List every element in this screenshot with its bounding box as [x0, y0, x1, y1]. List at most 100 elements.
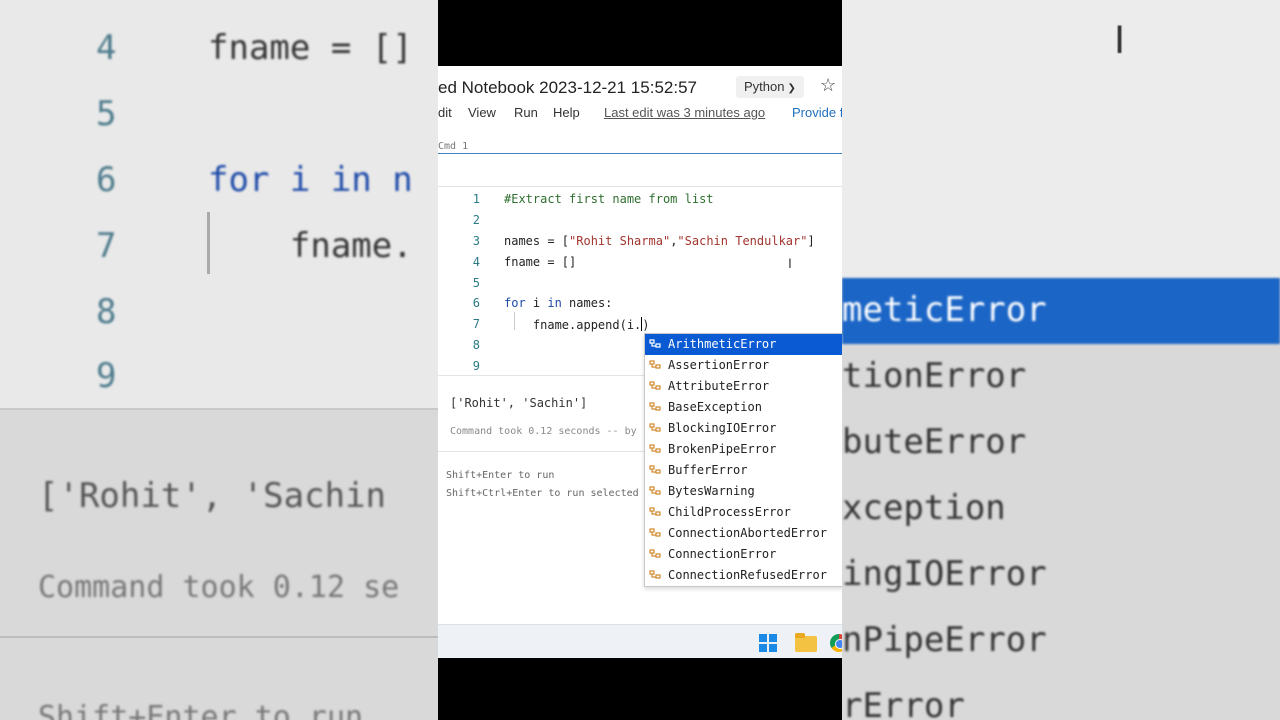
menu-help[interactable]: Help [553, 105, 580, 120]
code-token: names = [ [504, 234, 570, 248]
class-icon [649, 423, 661, 432]
autocomplete-item[interactable]: ChildProcessError [645, 502, 842, 523]
bg-suggestion-label: tionError [842, 356, 1027, 396]
cell-toolbar [438, 154, 842, 187]
autocomplete-dropdown: ArithmeticError AssertionError Attribute… [644, 333, 842, 587]
class-icon [649, 507, 661, 516]
autocomplete-item-label: BlockingIOError [668, 421, 777, 435]
line-number: 6 [472, 296, 480, 310]
bg-top-area [842, 0, 1280, 278]
bg-suggestion-label: rError [842, 686, 965, 720]
chrome-icon[interactable] [830, 634, 842, 652]
autocomplete-item[interactable]: ConnectionError [645, 544, 842, 565]
file-explorer-icon[interactable] [795, 633, 817, 652]
bg-suggestion-label: xception [842, 488, 1006, 528]
notebook-header: ed Notebook 2023-12-21 15:52:57 Python ❯ … [438, 66, 842, 108]
bg-text-cursor-icon: I [1114, 18, 1126, 62]
notebook-title[interactable]: ed Notebook 2023-12-21 15:52:57 [438, 78, 697, 98]
line-number: 9 [472, 359, 480, 373]
line-number: 8 [472, 338, 480, 352]
code-line-names: names = ["Rohit Sharma","Sachin Tendulka… [504, 234, 815, 248]
autocomplete-item-label: BytesWarning [668, 484, 755, 498]
code-token: ) [642, 318, 650, 332]
notebook-screen: ed Notebook 2023-12-21 15:52:57 Python ❯ … [438, 66, 842, 658]
background-zoom-right: I meticError tionError buteError xceptio… [842, 0, 1280, 720]
bg-line-number: 5 [96, 94, 117, 134]
class-icon [649, 528, 661, 537]
bg-suggestion: ingIOError [842, 542, 1280, 608]
taskbar [438, 624, 842, 658]
code-token: names: [561, 296, 613, 310]
line-number: 4 [472, 255, 480, 269]
code-line-for: for i in names: [504, 296, 612, 310]
class-icon [649, 486, 661, 495]
line-number: 2 [472, 213, 480, 227]
line-number: 3 [472, 234, 480, 248]
bg-indent-guide [207, 212, 210, 274]
autocomplete-item[interactable]: ConnectionAbortedError [645, 523, 842, 544]
autocomplete-item[interactable]: ConnectionRefusedError [645, 565, 842, 586]
bg-line-number: 4 [96, 28, 117, 68]
bg-code-line: fname = [] [208, 28, 413, 68]
bg-line-number: 6 [96, 160, 117, 200]
line-number: 1 [472, 192, 480, 206]
bg-line-number: 8 [96, 292, 117, 332]
bg-suggestion: rError [842, 674, 1280, 720]
autocomplete-item-label: AssertionError [668, 358, 770, 372]
bg-suggestion: xception [842, 476, 1280, 542]
provide-feedback-link[interactable]: Provide f [792, 105, 842, 120]
bg-line-number: 7 [96, 226, 117, 266]
autocomplete-item[interactable]: ArithmeticError [645, 334, 842, 355]
autocomplete-item[interactable]: BufferError [645, 460, 842, 481]
class-icon [649, 360, 661, 369]
code-line-append: fname.append(i.) [504, 317, 650, 332]
background-zoom-left: 4 5 6 7 8 9 fname = [] for i in n fname.… [0, 0, 438, 720]
run-selected-hint: Shift+Ctrl+Enter to run selected [446, 488, 639, 499]
line-number: 5 [472, 276, 480, 290]
autocomplete-item-label: BaseException [668, 400, 762, 414]
cell-command-label: Cmd 1 [438, 141, 469, 152]
bg-code-line: for i in n [208, 160, 413, 200]
class-icon [649, 402, 661, 411]
language-label: Python [744, 79, 785, 94]
autocomplete-item-label: ChildProcessError [668, 505, 791, 519]
star-icon[interactable]: ☆ [820, 75, 836, 96]
last-edit-link[interactable]: Last edit was 3 minutes ago [604, 105, 765, 120]
autocomplete-item[interactable]: BytesWarning [645, 481, 842, 502]
menu-run[interactable]: Run [514, 105, 538, 120]
bg-suggestion: buteError [842, 410, 1280, 476]
class-icon [649, 549, 661, 558]
language-selector[interactable]: Python ❯ [736, 76, 804, 98]
code-keyword: in [547, 296, 562, 310]
autocomplete-item[interactable]: AttributeError [645, 376, 842, 397]
autocomplete-item-label: ConnectionError [668, 547, 777, 561]
code-token: fname.append(i. [504, 318, 642, 332]
autocomplete-item-label: AttributeError [668, 379, 770, 393]
autocomplete-item-label: ConnectionAbortedError [668, 526, 827, 540]
code-string: "Sachin Tendulkar" [677, 234, 808, 248]
autocomplete-item[interactable]: BlockingIOError [645, 418, 842, 439]
output-result: ['Rohit', 'Sachin'] [450, 396, 588, 410]
bg-suggestion-label: nPipeError [842, 620, 1047, 660]
bg-suggestion: meticError [842, 278, 1280, 344]
bg-output: ['Rohit', 'Sachin [38, 476, 386, 516]
bg-code-line: fname. [208, 226, 413, 266]
class-icon [649, 339, 661, 348]
code-keyword: for [504, 296, 526, 310]
bg-divider [0, 636, 438, 638]
menu-view[interactable]: View [468, 105, 496, 120]
bg-suggestion-label: meticError [842, 290, 1047, 330]
text-cursor-icon: I [788, 255, 792, 271]
autocomplete-item[interactable]: AssertionError [645, 355, 842, 376]
line-number: 7 [472, 317, 480, 331]
autocomplete-item-label: ConnectionRefusedError [668, 568, 827, 582]
menu-edit[interactable]: dit [438, 105, 452, 120]
command-duration: Command took 0.12 seconds -- by [450, 426, 637, 437]
autocomplete-item-label: BrokenPipeError [668, 442, 777, 456]
autocomplete-item[interactable]: BaseException [645, 397, 842, 418]
autocomplete-item[interactable]: BrokenPipeError [645, 439, 842, 460]
background-code-card: 4 5 6 7 8 9 fname = [] for i in n fname. [0, 0, 438, 410]
windows-start-icon[interactable] [759, 634, 777, 652]
class-icon [649, 381, 661, 390]
autocomplete-item-label: BufferError [668, 463, 748, 477]
